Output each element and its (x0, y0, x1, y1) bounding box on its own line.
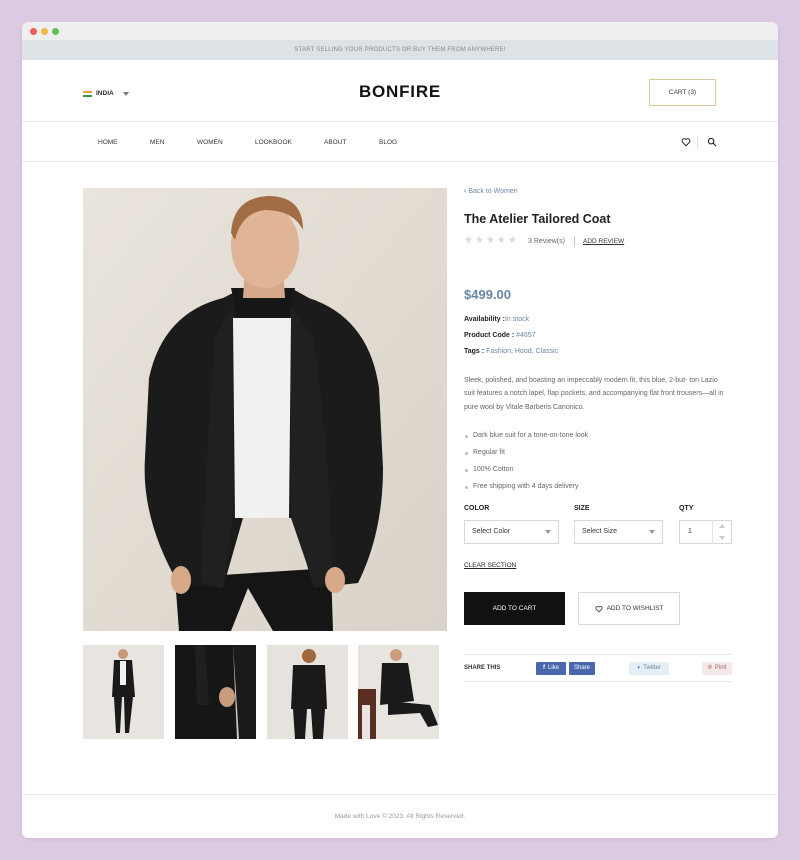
thumbnail-photo (175, 645, 256, 739)
announcement-bar: START SELLING YOUR PRODUCTS OR BUY THEM … (22, 40, 778, 60)
availability-value: In stock (504, 316, 530, 323)
thumbnail-photo (267, 645, 348, 739)
star-icon: ★ (496, 235, 506, 246)
add-review-link[interactable]: ADD REVIEW (583, 238, 624, 245)
qty-label: QTY (679, 505, 694, 512)
availability-row: Availability :In stock (464, 316, 529, 323)
rating-stars: ★ ★ ★ ★ ★ (464, 236, 517, 246)
add-to-wishlist-button[interactable]: ADD TO WISHLIST (578, 592, 680, 625)
add-to-wishlist-label: ADD TO WISHLIST (606, 605, 664, 612)
decrement-arrow-icon[interactable] (719, 536, 725, 540)
star-icon: ★ (485, 235, 495, 246)
chevron-down-icon (649, 530, 655, 534)
pinterest-button[interactable]: ℗ Pinit (702, 662, 732, 675)
nav-item-men[interactable]: MEN (150, 139, 164, 146)
size-select[interactable]: Select Size (574, 520, 663, 544)
list-item: 100% Cotton (464, 465, 588, 482)
feature-list: Dark blue suit for a tone-on-tone look R… (464, 431, 588, 499)
stepper-divider (712, 521, 713, 543)
nav-item-women[interactable]: WOMEN (197, 139, 223, 146)
list-item: Dark blue suit for a tone-on-tone look (464, 431, 588, 448)
clear-section-link[interactable]: CLEAR SECTION (464, 562, 516, 569)
list-item: Free shipping with 4 days delivery (464, 482, 588, 499)
add-to-cart-button[interactable]: ADD TO CART (464, 592, 565, 625)
product-price: $499.00 (464, 287, 511, 302)
close-window-dot[interactable] (30, 28, 37, 35)
twitter-button[interactable]: ♦ Twitter (629, 662, 669, 675)
pinterest-icon: ℗ (707, 665, 712, 671)
main-nav: HOME MEN WOMEN LOOKBOOK ABOUT BLOG (22, 122, 778, 162)
model-photo (83, 188, 447, 631)
cart-button[interactable]: CART (3) (649, 79, 716, 106)
product-code-row: Product Code : #4657 (464, 332, 536, 339)
chevron-left-icon: ‹ (464, 188, 467, 195)
share-label: SHARE THIS (464, 665, 501, 671)
facebook-icon: f (542, 665, 545, 671)
star-icon: ★ (474, 235, 484, 246)
pinterest-label: Pinit (714, 665, 727, 671)
heart-icon[interactable] (681, 137, 691, 147)
thumbnail-photo (83, 645, 164, 739)
tags-row: Tags : Fashion, Hood, Classic (464, 348, 558, 355)
window-chrome (22, 22, 778, 40)
thumbnail-4[interactable] (358, 645, 439, 739)
size-select-value: Select Size (582, 528, 618, 535)
thumbnail-2[interactable] (175, 645, 256, 739)
list-item: Regular fit (464, 448, 588, 465)
product-description: Sleek, polished, and boasting an impecca… (464, 377, 724, 411)
share-row: SHARE THIS f Like Share ♦ Twitter ℗ Pinit (464, 654, 732, 682)
thumbnail-1[interactable] (83, 645, 164, 739)
nav-divider (697, 136, 698, 148)
site-header: INDIA BONFIRE CART (3) (22, 60, 778, 122)
twitter-label: Twitter (643, 665, 661, 671)
review-divider (574, 236, 575, 247)
back-link-label: Back to Women (468, 188, 518, 195)
size-label: SIZE (574, 505, 590, 512)
nav-item-about[interactable]: ABOUT (324, 139, 346, 146)
review-count: 3 Review(s) (528, 238, 565, 245)
availability-label: Availability : (464, 316, 505, 323)
color-select-value: Select Color (472, 528, 511, 535)
nav-item-lookbook[interactable]: LOOKBOOK (255, 139, 292, 146)
thumbnail-3[interactable] (267, 645, 348, 739)
quantity-value[interactable]: 1 (688, 528, 692, 535)
maximize-window-dot[interactable] (52, 28, 59, 35)
facebook-like-label: Like (547, 665, 559, 671)
color-select[interactable]: Select Color (464, 520, 559, 544)
facebook-share-button[interactable]: Share (569, 662, 595, 675)
product-code-value: #4657 (516, 332, 536, 339)
search-icon[interactable] (707, 137, 717, 147)
color-label: COLOR (464, 505, 490, 512)
star-icon: ★ (507, 235, 517, 246)
product-code-label: Product Code : (464, 332, 515, 339)
product-title: The Atelier Tailored Coat (464, 212, 611, 226)
tags-value[interactable]: Fashion, Hood, Classic (486, 348, 558, 355)
main-product-image[interactable] (83, 188, 447, 631)
browser-window: START SELLING YOUR PRODUCTS OR BUY THEM … (22, 22, 778, 838)
heart-icon (595, 605, 603, 612)
twitter-icon: ♦ (637, 665, 641, 671)
increment-arrow-icon[interactable] (719, 524, 725, 528)
tags-label: Tags : (464, 348, 485, 355)
star-icon: ★ (464, 235, 473, 246)
minimize-window-dot[interactable] (41, 28, 48, 35)
nav-item-blog[interactable]: BLOG (379, 139, 397, 146)
back-link[interactable]: ‹ Back to Women (464, 188, 518, 195)
site-footer: Made with Love © 2023. All Rights Reserv… (22, 794, 778, 838)
quantity-stepper[interactable]: 1 (679, 520, 732, 544)
facebook-like-button[interactable]: f Like (536, 662, 566, 675)
chevron-down-icon (545, 530, 551, 534)
thumbnail-photo (358, 645, 439, 739)
nav-item-home[interactable]: HOME (98, 139, 118, 146)
